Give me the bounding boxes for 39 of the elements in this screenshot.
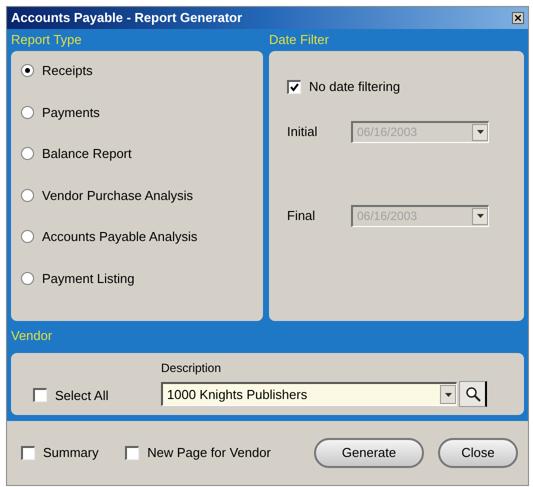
radio-label: Vendor Purchase Analysis (42, 186, 194, 205)
field-label: Final (287, 206, 316, 225)
caret-icon (444, 392, 452, 396)
radio-label: Payments (42, 104, 100, 122)
radio-button[interactable] (21, 230, 34, 244)
section-heading: Vendor (11, 327, 54, 345)
action-button[interactable]: Generate (314, 438, 424, 468)
checkbox-label: Select All (55, 386, 108, 404)
radio-button[interactable] (21, 272, 34, 285)
checkbox-label: Summary (43, 444, 99, 462)
radio-label: Balance Report (42, 145, 132, 163)
checkbox[interactable] (287, 80, 301, 94)
field-label: Initial (287, 122, 318, 141)
caret-icon (476, 130, 484, 134)
radio-label: Payment Listing (42, 270, 134, 288)
checkbox-label: New Page for Vendor (147, 444, 271, 462)
search-icon (464, 386, 480, 402)
dropdown-button[interactable] (440, 385, 456, 404)
radio-button[interactable] (21, 147, 34, 160)
checkbox[interactable] (125, 446, 140, 460)
radio-label: Receipts (42, 62, 93, 80)
caret-icon (476, 214, 484, 218)
checkbox[interactable] (33, 388, 47, 402)
checkbox-label: No date filtering (309, 78, 400, 96)
action-button[interactable]: Close (438, 438, 518, 468)
radio-button[interactable] (21, 64, 34, 78)
vendor-value: 1000 Knights Publishers (167, 386, 308, 404)
checkbox[interactable] (21, 446, 35, 460)
field-label: Description (161, 360, 222, 377)
close-icon (515, 15, 521, 21)
radio-button[interactable] (21, 106, 34, 119)
section-heading: Date Filter (269, 31, 330, 49)
vendor-dropdown[interactable]: 1000 Knights Publishers (161, 382, 457, 406)
section-heading: Report Type (11, 31, 83, 49)
radio-button[interactable] (21, 188, 34, 202)
close-button[interactable] (512, 12, 524, 24)
window-title: Accounts Payable - Report Generator (11, 9, 242, 28)
radio-label: Accounts Payable Analysis (42, 228, 198, 246)
search-button[interactable] (459, 381, 487, 407)
